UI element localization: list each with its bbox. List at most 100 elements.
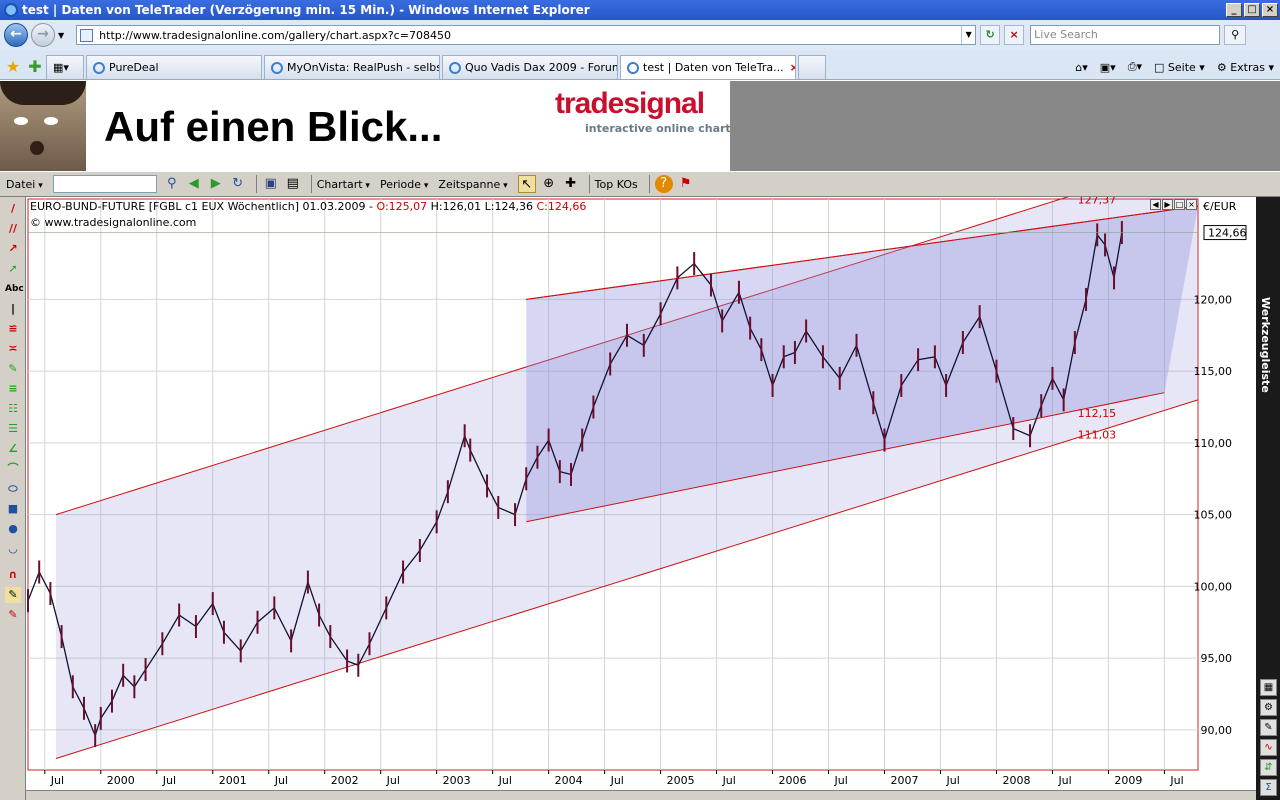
live-search-input[interactable]: Live Search bbox=[1030, 25, 1221, 45]
maximize-button[interactable]: □ bbox=[1244, 3, 1260, 17]
tools-menu[interactable]: ⚙ Extras ▾ bbox=[1211, 55, 1280, 79]
delete-drawing-icon[interactable]: ✎ bbox=[5, 607, 21, 623]
bowl-icon[interactable]: ◡ bbox=[5, 541, 21, 557]
x-tick-label: Jul bbox=[834, 774, 848, 787]
x-tick-label: Jul bbox=[274, 774, 288, 787]
rectangle-icon[interactable]: ■ bbox=[5, 501, 21, 517]
x-tick-label: 2000 bbox=[107, 774, 135, 787]
timespan-menu[interactable]: Zeitspanne bbox=[438, 178, 507, 191]
home-icon[interactable]: ⌂▾ bbox=[1069, 55, 1094, 79]
address-field[interactable]: http://www.tradesignalonline.com/gallery… bbox=[76, 25, 977, 45]
x-tick-label: 2004 bbox=[555, 774, 583, 787]
ad-banner[interactable]: Auf einen Blick... tradesignal interacti… bbox=[0, 81, 1280, 171]
chart-copyright: © www.tradesignalonline.com bbox=[30, 216, 197, 229]
gann-grid-icon[interactable]: ☰ bbox=[5, 421, 21, 437]
save-icon[interactable]: ▣ bbox=[262, 175, 280, 193]
circle-icon[interactable]: ● bbox=[5, 521, 21, 537]
fibonacci-icon[interactable]: ≡ bbox=[5, 381, 21, 397]
flag-icon[interactable]: ⚑ bbox=[677, 175, 695, 193]
select-tool-icon[interactable]: ✎ bbox=[5, 587, 21, 603]
add-favorite-icon[interactable]: ✚ bbox=[24, 55, 46, 79]
tab-test-active[interactable]: test | Daten von TeleTra... × bbox=[620, 55, 796, 79]
address-url[interactable]: http://www.tradesignalonline.com/gallery… bbox=[99, 29, 961, 42]
ray-icon[interactable]: ↗ bbox=[5, 241, 21, 257]
stop-button[interactable]: × bbox=[1004, 25, 1025, 45]
indicator-icon[interactable]: ∿ bbox=[1260, 739, 1277, 756]
feeds-icon[interactable]: ▣▾ bbox=[1094, 55, 1122, 79]
refresh-button[interactable]: ↻ bbox=[980, 25, 1001, 45]
quick-tabs-button[interactable]: ▦▾ bbox=[46, 55, 84, 79]
magnet-icon[interactable]: ∩ bbox=[5, 567, 21, 583]
pencil-icon[interactable]: ✎ bbox=[5, 361, 21, 377]
regression-icon[interactable]: ≍ bbox=[5, 341, 21, 357]
zoom-icon[interactable]: ⊕ bbox=[540, 175, 558, 193]
search-icon[interactable]: ⚲ bbox=[1224, 25, 1247, 45]
restore-chart-icon[interactable]: □ bbox=[1174, 199, 1185, 210]
tab-label: test | Daten von TeleTra... bbox=[643, 61, 784, 74]
arrow-left-icon[interactable]: ◀ bbox=[185, 175, 203, 193]
address-dropdown-icon[interactable]: ▼ bbox=[961, 26, 975, 44]
tab-quo-vadis[interactable]: Quo Vadis Dax 2009 - Forum... bbox=[442, 55, 618, 79]
note-icon[interactable]: ✎ bbox=[1260, 719, 1277, 736]
x-tick-label: Jul bbox=[1057, 774, 1071, 787]
vertical-line-icon[interactable]: | bbox=[5, 301, 21, 317]
y-tick-label: 115,00 bbox=[1194, 365, 1233, 378]
forward-button[interactable]: → bbox=[31, 23, 55, 47]
table-icon[interactable]: ▦ bbox=[1260, 679, 1277, 696]
properties-icon[interactable]: ▤ bbox=[284, 175, 302, 193]
window-title: test | Daten von TeleTrader (Verzögerung… bbox=[22, 3, 590, 17]
y-tick-label: 120,00 bbox=[1194, 293, 1233, 306]
trendline-icon[interactable]: / bbox=[5, 201, 21, 217]
crosshair-icon[interactable]: ✚ bbox=[562, 175, 580, 193]
page-menu[interactable]: □ Seite ▾ bbox=[1148, 55, 1211, 79]
price-chart[interactable]: 90,00 95,00 100,00 105,00 110,00 115,00 120,00… bbox=[26, 197, 1256, 790]
drawing-toolbar: / // ↗ ➚ Abc | ≌ ≍ ✎ ≡ ☷ ☰ ∠ ⌒ ⬭ ■ ● ◡ ∩… bbox=[0, 197, 26, 800]
werkzeugleiste-panel[interactable]: Werkzeugleiste ▦ ⚙ ✎ ∿ ⇵ Σ bbox=[1256, 197, 1280, 800]
refresh-icon[interactable]: ↻ bbox=[229, 175, 247, 193]
wrench-icon[interactable]: ⚙ bbox=[1260, 699, 1277, 716]
back-button[interactable]: ← bbox=[4, 23, 28, 47]
tab-puredeal[interactable]: PureDeal bbox=[86, 55, 262, 79]
search-icon[interactable]: ⚲ bbox=[163, 175, 181, 193]
close-chart-icon[interactable]: × bbox=[1186, 199, 1197, 210]
favorites-star-icon[interactable]: ★ bbox=[2, 55, 24, 79]
x-tick-label: Jul bbox=[722, 774, 736, 787]
updown-icon[interactable]: ⇵ bbox=[1260, 759, 1277, 776]
channel-icon[interactable]: ≌ bbox=[5, 321, 21, 337]
parallel-lines-icon[interactable]: // bbox=[5, 221, 21, 237]
x-tick-label: Jul bbox=[945, 774, 959, 787]
symbol-input[interactable] bbox=[52, 175, 157, 193]
arrow-icon[interactable]: ➚ bbox=[5, 261, 21, 277]
ie-logo-icon bbox=[4, 3, 18, 17]
banner-slogan: Auf einen Blick... bbox=[104, 103, 443, 150]
close-tab-icon[interactable]: × bbox=[790, 61, 795, 74]
sigma-icon[interactable]: Σ bbox=[1260, 779, 1277, 796]
instrument-info: EURO-BUND-FUTURE [FGBL c1 EUX Wöchentlic… bbox=[30, 200, 377, 213]
ellipse-icon[interactable]: ⬭ bbox=[5, 481, 21, 497]
new-tab-button[interactable] bbox=[798, 55, 826, 79]
minimize-button[interactable]: _ bbox=[1226, 3, 1242, 17]
close-window-button[interactable]: × bbox=[1262, 3, 1278, 17]
top-kos-button[interactable]: Top KOs bbox=[595, 178, 638, 191]
tab-myonvista[interactable]: MyOnVista: RealPush - selbs... bbox=[264, 55, 440, 79]
arrow-right-icon[interactable]: ▶ bbox=[207, 175, 225, 193]
print-icon[interactable]: ⎙▾ bbox=[1122, 55, 1148, 79]
ie-page-icon bbox=[271, 61, 283, 74]
period-menu[interactable]: Periode bbox=[380, 178, 428, 191]
horizontal-scrollbar[interactable] bbox=[26, 790, 1256, 800]
x-tick-label: 2001 bbox=[219, 774, 247, 787]
fibonacci-time-icon[interactable]: ☷ bbox=[5, 401, 21, 417]
arc-icon[interactable]: ⌒ bbox=[5, 461, 21, 477]
file-menu[interactable]: Datei bbox=[6, 178, 43, 191]
gann-fan-icon[interactable]: ∠ bbox=[5, 441, 21, 457]
chart-type-menu[interactable]: Chartart bbox=[317, 178, 370, 191]
x-tick-label: Jul bbox=[50, 774, 64, 787]
history-dropdown-icon[interactable]: ▼ bbox=[58, 31, 64, 40]
help-icon[interactable]: ? bbox=[654, 175, 673, 193]
cursor-icon[interactable]: ↖ bbox=[517, 175, 536, 193]
scroll-left-icon[interactable]: ◀ bbox=[1150, 199, 1161, 210]
y-tick-label: 105,00 bbox=[1194, 509, 1233, 522]
text-icon[interactable]: Abc bbox=[5, 281, 24, 297]
x-tick-label: 2008 bbox=[1002, 774, 1030, 787]
scroll-right-icon[interactable]: ▶ bbox=[1162, 199, 1173, 210]
